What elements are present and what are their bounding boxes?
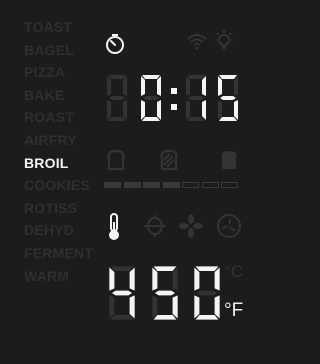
timer-digit-ghost (107, 75, 127, 121)
mode-bagel[interactable]: BAGEL (24, 39, 93, 62)
mode-bake[interactable]: BAKE (24, 84, 93, 107)
segment-b (129, 267, 135, 291)
mode-dehyd[interactable]: DEHYD (24, 219, 93, 242)
segment-d (195, 315, 219, 320)
segment-b (123, 76, 127, 96)
celsius-unit: °C (224, 262, 244, 281)
segment-f (109, 267, 115, 291)
mode-ferment[interactable]: FERMENT (24, 242, 93, 265)
cooking-mode-list: TOAST BAGEL PIZZA BAKE ROAST AIRFRY BROIL COOKI… (24, 16, 93, 287)
segment-f (152, 267, 158, 291)
segment-c (214, 295, 220, 319)
timer-digit-minutes (141, 75, 161, 121)
segment-g (143, 96, 159, 100)
segment-b (234, 76, 238, 96)
temperature-digit-tens (152, 266, 178, 320)
segment-b (157, 76, 161, 96)
fahrenheit-unit: °F (224, 300, 244, 321)
segment-f (186, 76, 190, 96)
segment-d (142, 117, 160, 121)
segment-a (108, 75, 126, 79)
segment-f (218, 76, 222, 96)
wifi-icon (187, 34, 207, 50)
convection-fan-icon (179, 214, 203, 238)
rotisserie-icon (144, 215, 166, 237)
segment-e (194, 295, 200, 319)
segment-g (188, 96, 204, 100)
light-icon (215, 30, 233, 49)
segment-c (157, 100, 161, 120)
segment-a (142, 75, 160, 79)
segment-e (109, 295, 115, 319)
segment-c (234, 100, 238, 120)
mode-pizza[interactable]: PIZZA (24, 61, 93, 84)
segment-a (187, 75, 205, 79)
mode-roast[interactable]: ROAST (24, 106, 93, 129)
light-toast-icon (107, 149, 125, 171)
segment-b (214, 267, 220, 291)
segment-e (141, 100, 145, 120)
segment-f (141, 76, 145, 96)
segment-a (219, 75, 237, 79)
toast-shade-segment (162, 182, 180, 188)
mode-cookies[interactable]: COOKIES (24, 174, 93, 197)
timer-digit-seconds-ones (218, 75, 238, 121)
segment-b (172, 267, 178, 291)
segment-c (172, 295, 178, 319)
segment-d (153, 315, 177, 320)
segment-d (187, 117, 205, 121)
toast-shade-segment (201, 182, 219, 188)
segment-a (110, 266, 134, 271)
toast-shade-segment (123, 182, 141, 188)
segment-e (218, 100, 222, 120)
toast-shade-segment (143, 182, 160, 188)
segment-d (219, 117, 237, 121)
segment-e (107, 100, 111, 120)
segment-c (129, 295, 135, 319)
segment-d (108, 117, 126, 121)
segment-e (152, 295, 158, 319)
segment-f (107, 76, 111, 96)
mode-warm[interactable]: WARM (24, 265, 93, 288)
segment-b (202, 76, 206, 96)
medium-toast-icon (160, 149, 178, 171)
timer-icon (106, 34, 124, 54)
mode-airfry[interactable]: AIRFRY (24, 129, 93, 152)
dark-toast-icon (221, 151, 237, 169)
segment-e (186, 100, 190, 120)
segment-c (202, 100, 206, 120)
mode-toast[interactable]: TOAST (24, 16, 93, 39)
temperature-digit-ones (194, 266, 220, 320)
mode-broil[interactable]: BROIL (24, 152, 93, 175)
segment-g (196, 290, 218, 296)
oven-display-panel: TOAST BAGEL PIZZA BAKE ROAST AIRFRY BROIL COOKI… (0, 0, 252, 364)
mode-rotiss[interactable]: ROTISS (24, 197, 93, 220)
toast-shade-segment (182, 182, 199, 188)
segment-g (220, 96, 236, 100)
segment-c (123, 100, 127, 120)
timer-colon (171, 88, 177, 110)
thermometer-icon (109, 213, 119, 240)
fan-icon (217, 214, 241, 238)
segment-f (194, 267, 200, 291)
timer-digit-seconds-tens (186, 75, 206, 121)
segment-g (111, 290, 133, 296)
segment-d (110, 315, 134, 320)
toast-shade-segment (221, 182, 238, 188)
segment-a (195, 266, 219, 271)
segment-g (154, 290, 176, 296)
segment-g (109, 96, 125, 100)
toast-shade-segment (104, 182, 121, 188)
segment-a (153, 266, 177, 271)
temperature-digit-hundreds (109, 266, 135, 320)
